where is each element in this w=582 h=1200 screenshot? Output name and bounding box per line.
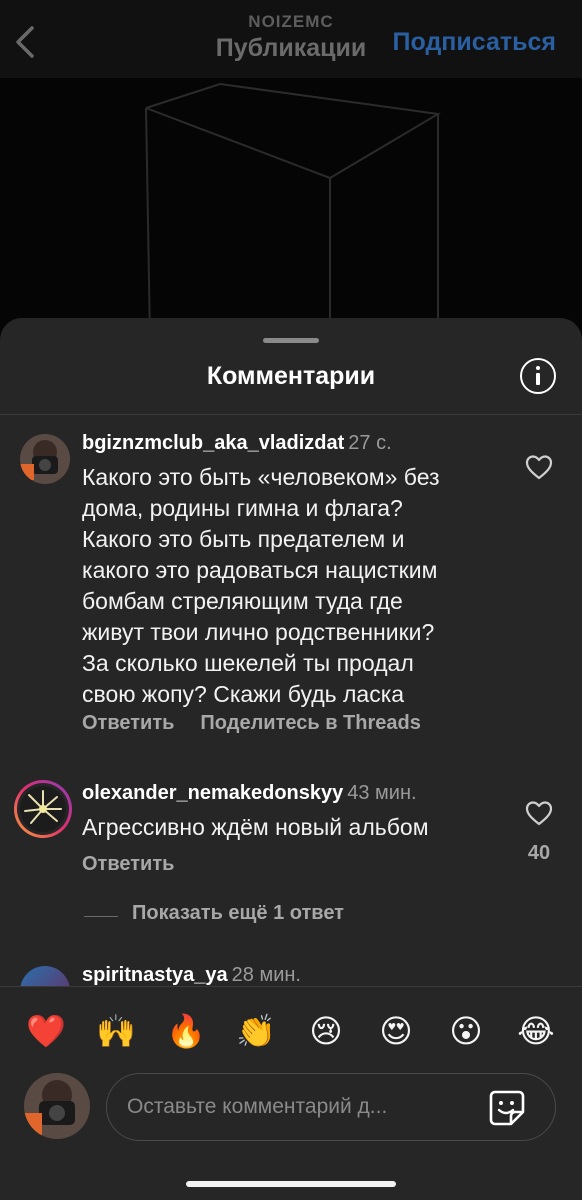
comments-sheet: Комментарии bgiznzmclub_aka_vladizdat 27 … bbox=[0, 318, 582, 1200]
post-image bbox=[0, 78, 582, 338]
comment-username[interactable]: olexander_nemakedonskyy bbox=[82, 782, 343, 804]
emoji-clap-button[interactable]: 👏 bbox=[234, 1009, 278, 1053]
emoji-heart-button[interactable]: ❤️ bbox=[24, 1009, 68, 1053]
comment-item: spiritnastya_ya 28 мин. bbox=[0, 958, 582, 986]
heart-icon[interactable] bbox=[524, 798, 554, 828]
sheet-grabber[interactable] bbox=[263, 338, 319, 343]
emoji-heart-eyes-button[interactable]: 😍 bbox=[374, 1009, 418, 1053]
my-avatar bbox=[24, 1073, 90, 1139]
reply-button[interactable]: Ответить bbox=[82, 853, 174, 875]
reply-button[interactable]: Ответить bbox=[82, 712, 174, 734]
show-more-replies-button[interactable]: Показать ещё 1 ответ bbox=[84, 902, 484, 932]
avatar[interactable] bbox=[20, 434, 70, 484]
composer-area: ❤️ 🙌 🔥 👏 😢 😍 😮 😂 bbox=[0, 986, 582, 1200]
comment-text: Агрессивно ждём новый альбом bbox=[82, 814, 429, 840]
comment-header: olexander_nemakedonskyy 43 мин. bbox=[82, 782, 417, 805]
avatar[interactable] bbox=[20, 966, 70, 986]
divider bbox=[0, 414, 582, 415]
comment-username[interactable]: spiritnastya_ya bbox=[82, 964, 228, 986]
comment-username[interactable]: bgiznzmclub_aka_vladizdat bbox=[82, 432, 344, 454]
show-more-replies-label: Показать ещё 1 ответ bbox=[132, 902, 344, 924]
comment-actions: Ответить bbox=[82, 853, 200, 876]
comment-text: Какого это быть «человеком» без дома, ро… bbox=[82, 464, 440, 707]
divider bbox=[84, 916, 118, 917]
emoji-surprised-button[interactable]: 😮 bbox=[444, 1009, 488, 1053]
sticker-icon[interactable] bbox=[487, 1088, 527, 1128]
comment-header: bgiznzmclub_aka_vladizdat 27 с. bbox=[82, 432, 392, 455]
comment-input[interactable] bbox=[127, 1090, 457, 1124]
share-threads-button[interactable]: Поделитесь в Threads bbox=[200, 712, 420, 734]
quick-emoji-row: ❤️ 🙌 🔥 👏 😢 😍 😮 😂 bbox=[0, 1009, 582, 1053]
comment-time: 28 мин. bbox=[231, 964, 301, 986]
emoji-raised-hands-button[interactable]: 🙌 bbox=[94, 1009, 138, 1053]
comment-time: 27 с. bbox=[348, 432, 392, 454]
comment-header: spiritnastya_ya 28 мин. bbox=[82, 964, 301, 986]
emoji-fire-button[interactable]: 🔥 bbox=[164, 1009, 208, 1053]
comment-time: 43 мин. bbox=[347, 782, 417, 804]
home-indicator bbox=[186, 1181, 396, 1187]
emoji-laugh-button[interactable]: 😂 bbox=[514, 1009, 558, 1053]
comment-actions: Ответить Поделитесь в Threads bbox=[82, 712, 447, 735]
comment-input-container bbox=[106, 1073, 556, 1141]
heart-icon[interactable] bbox=[524, 452, 554, 482]
emoji-cry-button[interactable]: 😢 bbox=[304, 1009, 348, 1053]
follow-button[interactable]: Подписаться bbox=[393, 28, 556, 57]
avatar[interactable] bbox=[14, 780, 72, 838]
cube-outline-graphic bbox=[145, 82, 441, 338]
info-icon[interactable] bbox=[520, 358, 556, 394]
sheet-title: Комментарии bbox=[206, 362, 376, 390]
profile-header: NOIZEMC Публикации Подписаться bbox=[0, 0, 582, 78]
like-count: 40 bbox=[527, 842, 551, 864]
